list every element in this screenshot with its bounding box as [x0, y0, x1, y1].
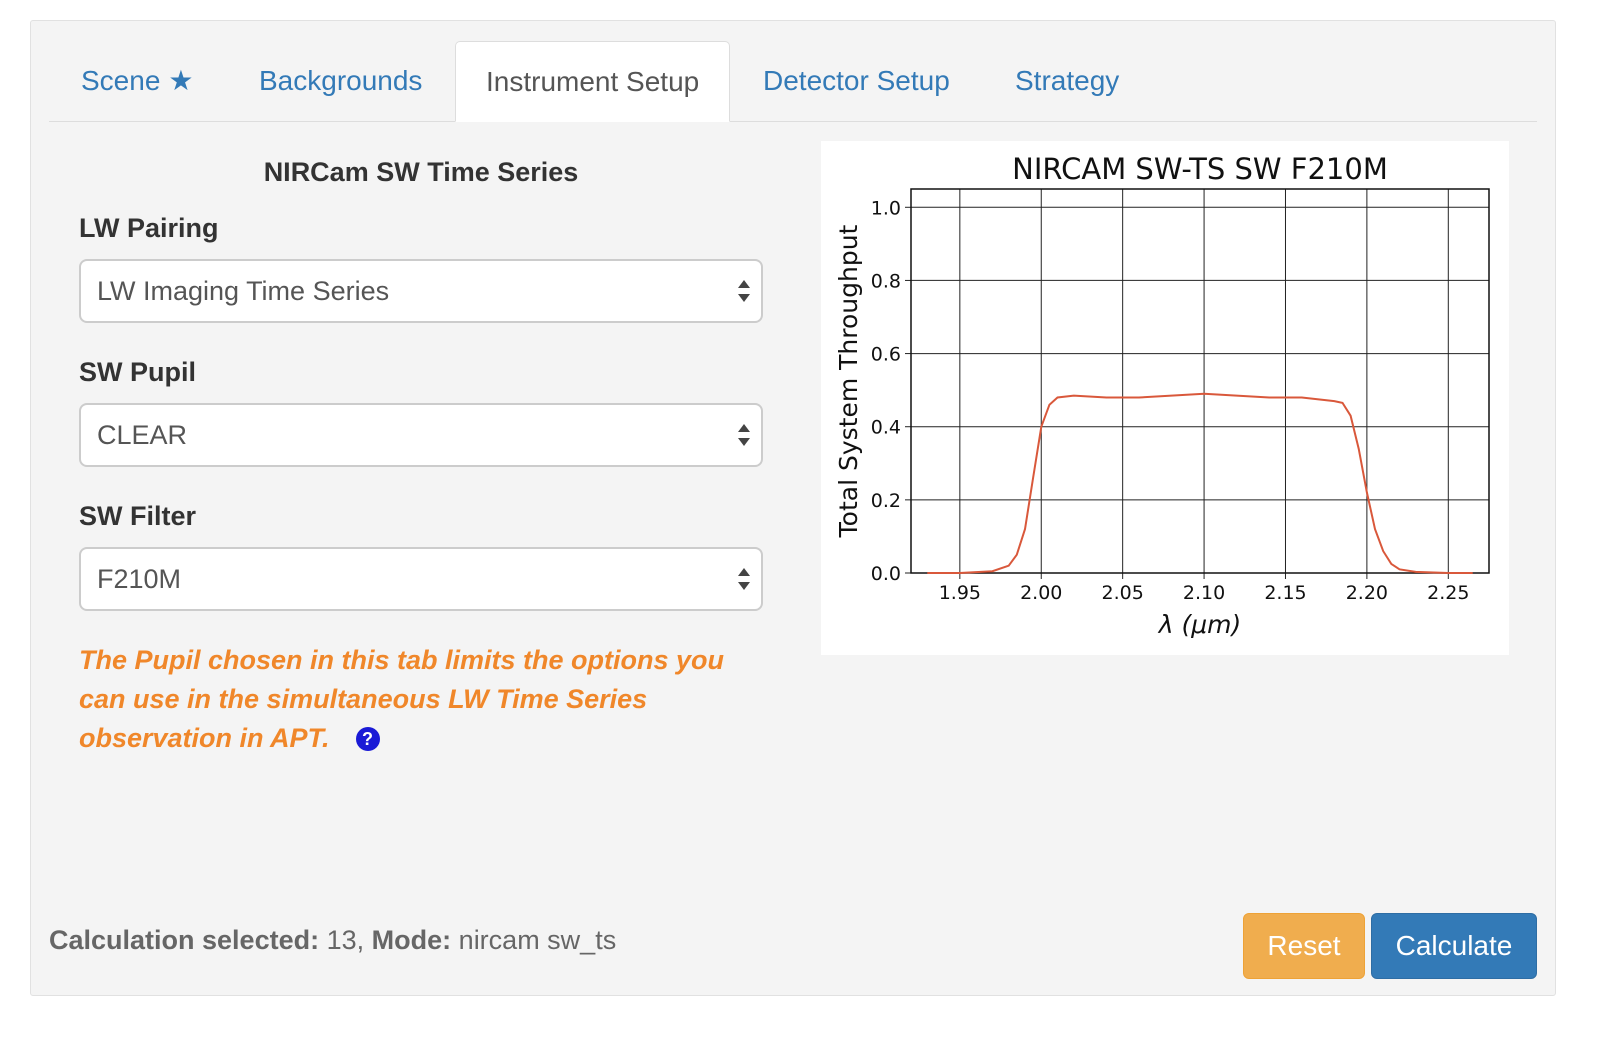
throughput-series-line: [927, 392, 1473, 574]
tab-backgrounds-label: Backgrounds: [259, 65, 423, 96]
sw-pupil-select[interactable]: CLEAR: [79, 403, 763, 467]
x-tick-label: 2.10: [1183, 582, 1225, 604]
tab-bar: Scene ★ Backgrounds Instrument Setup Dete…: [49, 21, 1537, 122]
sw-pupil-value: CLEAR: [97, 420, 188, 450]
section-title: NIRCam SW Time Series: [263, 157, 579, 187]
sw-pupil-label: SW Pupil: [79, 357, 196, 387]
x-tick-label: 2.05: [1102, 582, 1144, 604]
sw-filter-label: SW Filter: [79, 501, 197, 531]
lw-pairing-label: LW Pairing: [79, 213, 219, 243]
calculate-button[interactable]: Calculate: [1371, 913, 1537, 979]
lw-pairing-select[interactable]: LW Imaging Time Series: [79, 259, 763, 323]
x-tick-label: 2.00: [1020, 582, 1062, 604]
y-tick-label: 0.2: [871, 490, 901, 512]
reset-button[interactable]: Reset: [1243, 913, 1365, 979]
x-tick-label: 1.95: [939, 582, 981, 604]
x-tick-label: 2.25: [1427, 582, 1469, 604]
tab-detector-setup-label: Detector Setup: [763, 65, 950, 96]
lw-pairing-value: LW Imaging Time Series: [97, 276, 390, 306]
x-tick-label: 2.20: [1346, 582, 1388, 604]
tab-backgrounds[interactable]: Backgrounds: [255, 41, 426, 121]
y-tick-label: 0.6: [871, 344, 901, 366]
chart-title: NIRCAM SW-TS SW F210M: [1012, 152, 1388, 186]
star-icon: ★: [168, 65, 194, 96]
tab-instrument-setup[interactable]: Instrument Setup: [455, 41, 731, 122]
y-axis-label: Total System Throughput: [834, 224, 863, 538]
calc-selected-label: Calculation selected:: [49, 925, 320, 955]
plot-frame: [910, 188, 1490, 574]
pupil-note: The Pupil chosen in this tab limits the …: [79, 641, 759, 758]
y-tick-label: 1.0: [871, 197, 901, 219]
tab-instrument-setup-label: Instrument Setup: [486, 66, 700, 97]
select-arrows-icon: [738, 424, 750, 446]
instrument-setup-panel: Scene ★ Backgrounds Instrument Setup Dete…: [30, 20, 1556, 996]
sw-filter-select[interactable]: F210M: [79, 547, 763, 611]
mode-label: Mode:: [371, 925, 452, 955]
tab-scene[interactable]: Scene ★: [77, 41, 198, 121]
y-tick-label: 0.4: [871, 417, 901, 439]
x-tick-label: 2.15: [1264, 582, 1306, 604]
tab-detector-setup[interactable]: Detector Setup: [759, 41, 954, 121]
sw-filter-value: F210M: [97, 564, 182, 594]
select-arrows-icon: [738, 280, 750, 302]
tab-scene-label: Scene: [81, 65, 161, 96]
select-arrows-icon: [738, 568, 750, 590]
question-circle-icon[interactable]: ?: [355, 727, 380, 751]
y-tick-label: 0.0: [871, 563, 901, 585]
calc-selected-value: 13,: [326, 925, 365, 955]
tab-strategy-label: Strategy: [1015, 65, 1120, 96]
pupil-note-text: The Pupil chosen in this tab limits the …: [79, 645, 725, 753]
y-tick-label: 0.8: [871, 270, 901, 292]
throughput-chart: 1.95 2.00 2.05 2.10 2.15 2.20 2.25 0.0 0.2 0.4 0.6…: [834, 152, 1490, 639]
x-axis-label: λ (μm): [1157, 610, 1242, 639]
calculation-status: Calculation selected: 13, Mode: nircam s…: [49, 925, 616, 956]
tab-strategy[interactable]: Strategy: [1011, 41, 1123, 121]
throughput-plot: 1.95 2.00 2.05 2.10 2.15 2.20 2.25 0.0 0.2 0.4 0.6…: [821, 141, 1509, 655]
mode-value: nircam sw_ts: [458, 925, 617, 955]
